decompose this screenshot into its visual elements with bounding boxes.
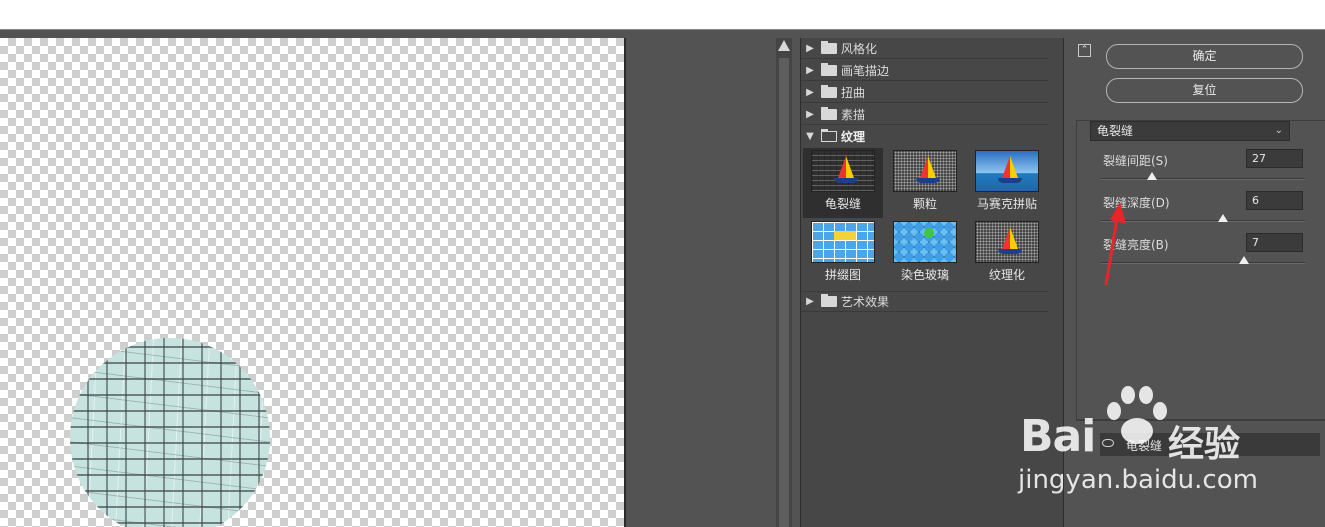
thumb-craquelure[interactable]: 龟裂缝 [803, 148, 883, 218]
preview-scrollbar[interactable] [776, 38, 792, 527]
slider-knob[interactable] [1147, 172, 1157, 180]
thumb-label: 马赛克拼贴 [976, 197, 1037, 211]
category-label: 画笔描边 [841, 63, 890, 78]
slider-knob[interactable] [1218, 214, 1229, 222]
thumb-image [975, 150, 1039, 192]
watermark-brand-cn: 经验 [1168, 424, 1241, 465]
folder-open-icon [821, 129, 837, 142]
folder-icon [821, 40, 837, 54]
filter-select[interactable]: 龟裂缝 ⌄ [1090, 121, 1290, 141]
thumb-image [811, 221, 875, 263]
watermark-url: jingyan.baidu.com [1018, 465, 1258, 495]
category-label: 素描 [841, 107, 866, 122]
triangle-right-icon: ▶ [806, 86, 814, 98]
category-stylize[interactable]: ▶ 风格化 [801, 38, 1048, 59]
thumb-label: 颗粒 [912, 197, 937, 211]
scroll-track[interactable] [779, 58, 789, 527]
artwork-circle [70, 338, 270, 527]
thumb-grain[interactable]: 颗粒 [885, 148, 965, 218]
folder-icon [821, 294, 837, 307]
ok-button[interactable]: 确定 [1106, 44, 1303, 69]
triangle-right-icon: ▶ [806, 108, 814, 120]
thumb-label: 染色玻璃 [900, 268, 949, 282]
triangle-right-icon: ▶ [806, 296, 814, 307]
thumb-image [811, 150, 875, 192]
top-bar [0, 0, 1325, 30]
category-sketch[interactable]: ▶ 素描 [801, 104, 1048, 125]
category-distort[interactable]: ▶ 扭曲 [801, 82, 1048, 103]
thumb-texturizer[interactable]: 纹理化 [967, 219, 1047, 289]
triangle-right-icon: ▶ [806, 42, 814, 54]
triangle-right-icon: ▶ [806, 64, 814, 76]
craquelure-texture [70, 338, 270, 527]
crack-spacing-slider[interactable] [1101, 172, 1305, 180]
thumb-mosaic-tiles[interactable]: 马赛克拼贴 [967, 148, 1047, 218]
folder-icon [821, 62, 837, 76]
category-label: 纹理 [841, 130, 866, 144]
crack-brightness-input[interactable]: 7 [1246, 233, 1303, 252]
canvas-preview[interactable] [0, 38, 626, 527]
crack-depth-input[interactable]: 6 [1246, 191, 1303, 210]
folder-icon [821, 106, 837, 120]
collapse-icon[interactable]: ⌃ [1078, 44, 1091, 57]
category-label: 风格化 [841, 41, 878, 56]
thumb-label: 拼缀图 [824, 268, 861, 282]
chevron-down-icon: ⌄ [1274, 125, 1283, 136]
category-label: 扭曲 [841, 85, 866, 100]
category-brush-strokes[interactable]: ▶ 画笔描边 [801, 60, 1048, 81]
thumb-image [893, 150, 957, 192]
crack-spacing-input[interactable]: 27 [1246, 149, 1303, 168]
folder-icon [821, 84, 837, 98]
watermark-brand: Bai [1020, 411, 1096, 462]
preview-padding [628, 38, 776, 527]
category-label: 艺术效果 [841, 295, 890, 309]
filter-select-value: 龟裂缝 [1097, 124, 1134, 138]
thumb-image [893, 221, 957, 263]
crack-spacing-label: 裂缝间距(S) [1103, 154, 1168, 168]
paw-icon [1107, 386, 1167, 444]
reset-button[interactable]: 复位 [1106, 78, 1303, 103]
thumb-patchwork[interactable]: 拼缀图 [803, 219, 883, 289]
baidu-watermark: Bai 经验 jingyan.baidu.com [1016, 385, 1316, 505]
slider-knob[interactable] [1238, 256, 1249, 264]
thumb-label: 纹理化 [988, 268, 1025, 282]
thumb-image [975, 221, 1039, 263]
red-arrow-annotation [1104, 202, 1126, 286]
triangle-down-icon: ▼ [806, 131, 814, 142]
category-artistic[interactable]: ▶ 艺术效果 [801, 291, 1048, 312]
thumb-label: 龟裂缝 [824, 197, 861, 211]
scroll-up-arrow-icon[interactable] [778, 40, 790, 51]
thumb-stained-glass[interactable]: 染色玻璃 [885, 219, 965, 289]
category-texture[interactable]: ▼ 纹理 [801, 126, 1048, 147]
